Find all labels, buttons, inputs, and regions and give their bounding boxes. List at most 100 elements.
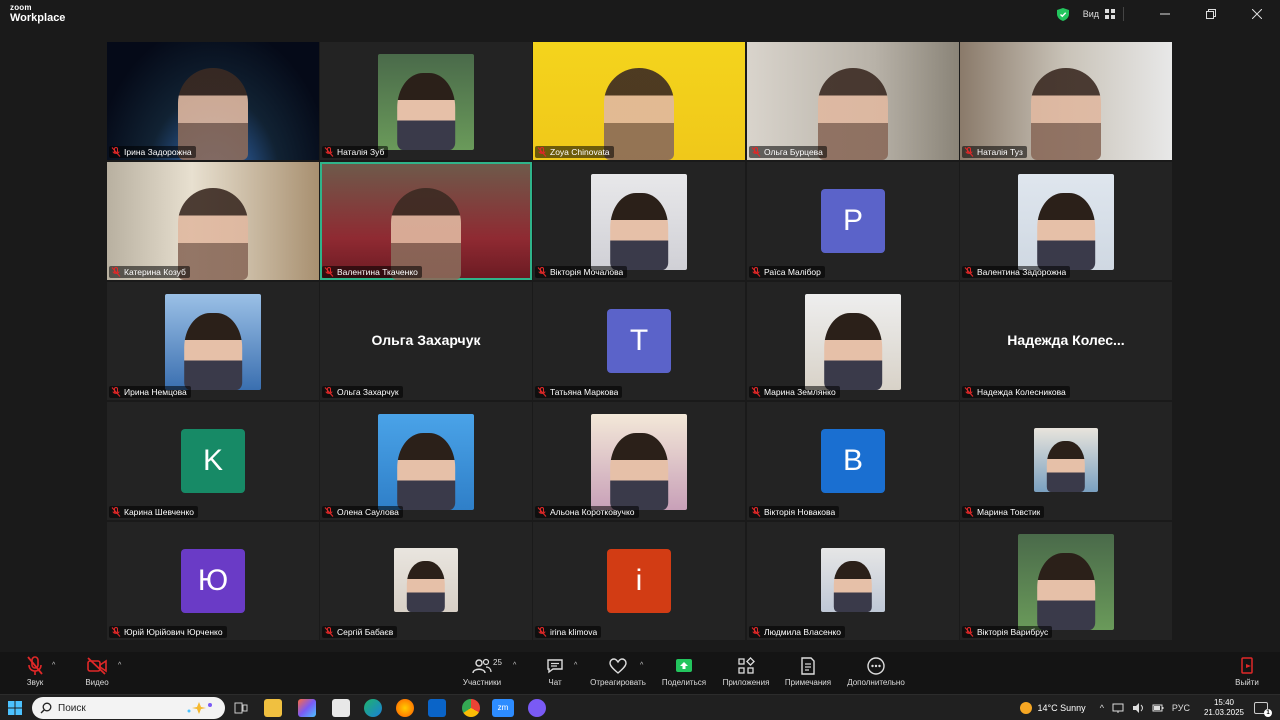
participant-tile[interactable]: Людмила Власенко — [747, 522, 959, 640]
participant-name-bar: Юрій Юрійович Юрченко — [109, 626, 227, 638]
close-button[interactable] — [1234, 0, 1280, 28]
battery-icon[interactable] — [1152, 702, 1164, 714]
participant-name-bar: Ольга Захарчук — [322, 386, 403, 398]
participants-count: 25 — [493, 658, 502, 667]
video-options-caret[interactable]: ^ — [118, 662, 121, 669]
participant-tile[interactable]: Сергій Бабаєв — [320, 522, 532, 640]
participant-tile[interactable]: Надежда Колес... Надежда Колесникова — [960, 282, 1172, 400]
edge-icon[interactable] — [364, 699, 382, 717]
copilot-icon[interactable] — [298, 699, 316, 717]
video-button[interactable]: Видео — [62, 656, 132, 687]
participant-tile[interactable]: Марина Товстик — [960, 402, 1172, 520]
participant-tile[interactable]: Наталія Туз — [960, 42, 1172, 160]
view-grid-icon[interactable] — [1105, 9, 1115, 19]
participant-video-feed — [818, 68, 888, 160]
participant-name-bar: Ольга Бурцева — [749, 146, 827, 158]
view-button[interactable]: Вид — [1083, 9, 1099, 19]
leave-button[interactable]: Выйти — [1212, 656, 1280, 687]
participants-options-caret[interactable]: ^ — [513, 662, 516, 669]
participant-tile[interactable]: Ольга Бурцева — [747, 42, 959, 160]
outlook-icon[interactable] — [428, 699, 446, 717]
taskbar-clock[interactable]: 15:40 21.03.2025 — [1204, 698, 1244, 717]
notification-count: 1 — [1264, 709, 1272, 717]
mic-muted-icon — [111, 507, 121, 517]
participant-name-bar: Татьяна Маркова — [535, 386, 623, 398]
participant-name-bar: Марина Землянко — [749, 386, 840, 398]
notes-button[interactable]: Примечания — [773, 656, 843, 687]
search-highlight-icon — [187, 702, 212, 714]
participant-tile[interactable]: T Татьяна Маркова — [533, 282, 745, 400]
audio-button[interactable]: Звук — [0, 656, 70, 687]
task-view-icon[interactable] — [232, 699, 250, 717]
react-button[interactable]: Отреагировать — [583, 656, 653, 687]
participant-tile[interactable]: Вікторія Варибрус — [960, 522, 1172, 640]
participant-name: irina klimova — [550, 627, 598, 637]
participant-name-bar: Валентина Ткаченко — [322, 266, 422, 278]
file-explorer-icon[interactable] — [264, 699, 282, 717]
participant-tile[interactable]: Ольга Захарчук Ольга Захарчук — [320, 282, 532, 400]
participant-profile-photo — [378, 54, 474, 150]
more-button[interactable]: Дополнительно — [841, 656, 911, 687]
participant-tile[interactable]: Валентина Задорожна — [960, 162, 1172, 280]
mic-muted-icon — [751, 387, 761, 397]
mic-muted-icon — [537, 267, 547, 277]
mic-muted-icon — [751, 267, 761, 277]
participant-name: Валентина Ткаченко — [337, 267, 418, 277]
clock-time: 15:40 — [1213, 698, 1234, 708]
share-button[interactable]: Поделиться — [649, 656, 719, 687]
audio-options-caret[interactable]: ^ — [52, 662, 55, 669]
encryption-shield-icon[interactable] — [1056, 7, 1069, 21]
participant-tile[interactable]: Ирина Немцова — [107, 282, 319, 400]
mic-muted-icon — [324, 147, 334, 157]
participant-tile[interactable]: Вікторія Мочалова — [533, 162, 745, 280]
mic-muted-icon — [27, 656, 43, 675]
chat-button[interactable]: Чат — [520, 656, 590, 687]
participants-button[interactable]: Участники — [447, 656, 517, 687]
tray-overflow-icon[interactable]: ^ — [1100, 703, 1104, 713]
weather-text[interactable]: 14°C Sunny — [1038, 703, 1086, 713]
language-indicator[interactable]: РУС — [1172, 703, 1190, 713]
title-separator — [1123, 7, 1124, 21]
participant-tile[interactable]: P Раїса Малібор — [747, 162, 959, 280]
participant-name: Наталія Зуб — [337, 147, 385, 157]
notification-center-icon[interactable]: 1 — [1254, 702, 1272, 717]
leave-icon — [1241, 657, 1253, 674]
minimize-button[interactable] — [1142, 0, 1188, 28]
zoom-taskbar-icon[interactable]: zm — [492, 699, 514, 717]
participant-tile[interactable]: Марина Землянко — [747, 282, 959, 400]
participant-tile[interactable]: Альона Коротковучко — [533, 402, 745, 520]
participant-name: Вікторія Варибрус — [977, 627, 1049, 637]
network-icon[interactable] — [1112, 702, 1124, 714]
chat-options-caret[interactable]: ^ — [574, 662, 577, 669]
react-options-caret[interactable]: ^ — [640, 662, 643, 669]
participant-tile[interactable]: B Вікторія Новакова — [747, 402, 959, 520]
taskbar-search-box[interactable]: Поиск — [32, 697, 225, 719]
participant-tile[interactable]: K Карина Шевченко — [107, 402, 319, 520]
participant-name: Альона Коротковучко — [550, 507, 635, 517]
windows-start-icon[interactable] — [8, 701, 22, 715]
participant-tile[interactable]: Zoya Chinovata — [533, 42, 745, 160]
store-icon[interactable] — [332, 699, 350, 717]
video-gallery-grid: Ірина Задорожна Наталія Зуб Zoya Chinovata… — [107, 42, 1173, 642]
restore-button[interactable] — [1188, 0, 1234, 28]
participant-name: Олена Саулова — [337, 507, 399, 517]
participant-tile[interactable]: Валентина Ткаченко — [320, 162, 532, 280]
participant-profile-photo — [394, 548, 458, 612]
participant-tile[interactable]: Наталія Зуб — [320, 42, 532, 160]
participant-name-bar: Карина Шевченко — [109, 506, 198, 518]
video-label: Видео — [85, 678, 109, 687]
participant-name: Ірина Задорожна — [124, 147, 192, 157]
participant-tile[interactable]: Ю Юрій Юрійович Юрченко — [107, 522, 319, 640]
viber-icon[interactable] — [528, 699, 546, 717]
participant-name-bar: Сергій Бабаєв — [322, 626, 398, 638]
participant-tile[interactable]: Олена Саулова — [320, 402, 532, 520]
chrome-icon[interactable] — [462, 699, 480, 717]
volume-icon[interactable] — [1132, 702, 1144, 714]
apps-button[interactable]: Приложения — [711, 656, 781, 687]
participant-tile[interactable]: Ірина Задорожна — [107, 42, 319, 160]
participant-tile[interactable]: Катерина Козуб — [107, 162, 319, 280]
participant-tile[interactable]: i irina klimova — [533, 522, 745, 640]
firefox-icon[interactable] — [396, 699, 414, 717]
participant-display-name: Ольга Захарчук — [371, 332, 481, 348]
notes-label: Примечания — [784, 678, 832, 687]
